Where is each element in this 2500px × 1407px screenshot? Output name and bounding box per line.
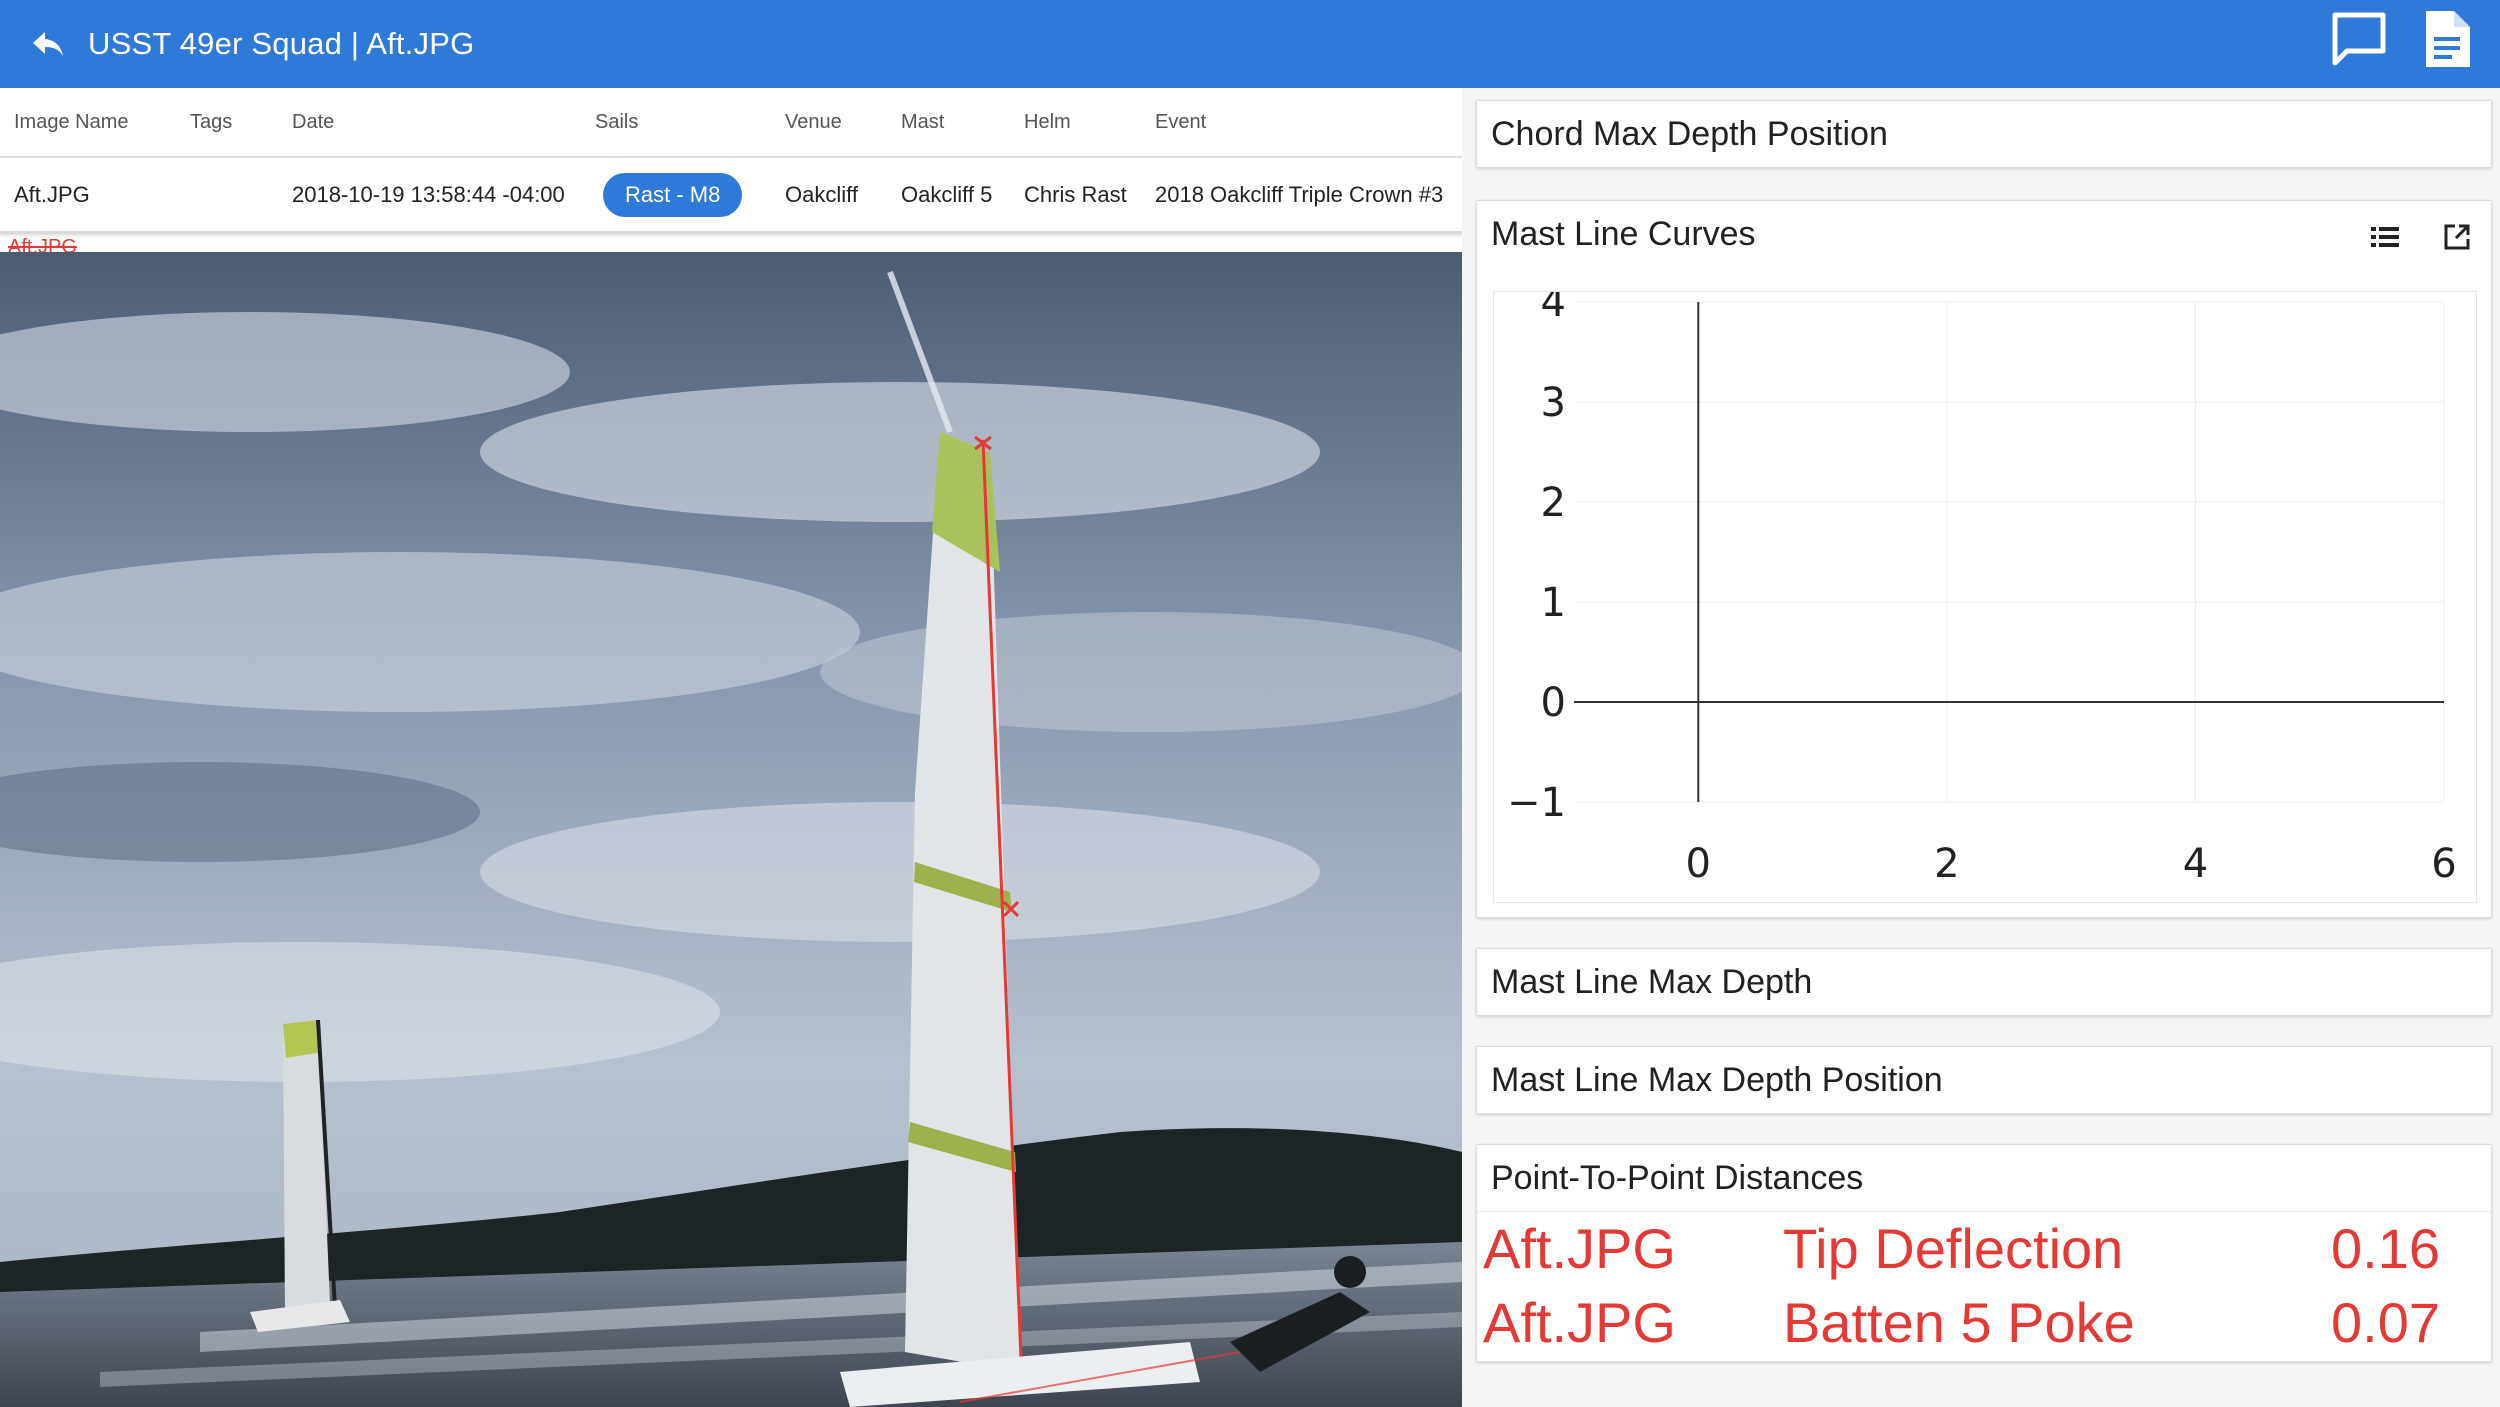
comment-icon[interactable] xyxy=(2326,6,2392,72)
panel-title: Mast Line Curves xyxy=(1491,214,1756,253)
distance-measure: Batten 5 Poke xyxy=(1783,1291,2135,1354)
list-icon[interactable] xyxy=(2365,217,2405,257)
app-bar: USST 49er Squad | Aft.JPG xyxy=(0,0,2500,88)
column-mast[interactable]: Mast xyxy=(901,88,944,156)
sails-chip[interactable]: Rast - M8 xyxy=(603,172,743,217)
column-tags[interactable]: Tags xyxy=(190,88,232,156)
distance-row: Aft.JPG Tip Deflection 0.16 xyxy=(1477,1212,2491,1286)
y-tick-label: −1 xyxy=(1507,780,1566,826)
right-pane: Chord Max Depth Position Mast Line Curve… xyxy=(1462,88,2500,1407)
column-helm[interactable]: Helm xyxy=(1024,88,1071,156)
column-date[interactable]: Date xyxy=(292,88,334,156)
panel-title: Chord Max Depth Position xyxy=(1491,114,1888,153)
column-venue[interactable]: Venue xyxy=(785,88,842,156)
panel-title: Point-To-Point Distances xyxy=(1491,1158,1864,1197)
mast-line-curves-panel: Mast Line Curves 4 3 2 1 0 −1 0 2 4 6 xyxy=(1476,200,2492,918)
y-tick-label: 0 xyxy=(1541,680,1566,726)
point-to-point-distances-panel: Point-To-Point Distances Aft.JPG Tip Def… xyxy=(1476,1144,2492,1362)
sail-photo[interactable] xyxy=(0,252,1462,1407)
page-title: USST 49er Squad | Aft.JPG xyxy=(88,26,475,61)
x-tick-label: 4 xyxy=(2183,841,2208,887)
image-table: Image Name Tags Date Sails Venue Mast He… xyxy=(0,88,1462,234)
cell-venue: Oakcliff xyxy=(785,181,858,207)
chord-max-depth-position-panel[interactable]: Chord Max Depth Position xyxy=(1476,100,2492,168)
mast-line-curves-chart: 4 3 2 1 0 −1 0 2 4 6 xyxy=(1507,280,2457,887)
cell-date: 2018-10-19 13:58:44 -04:00 xyxy=(292,181,565,207)
distance-image: Aft.JPG xyxy=(1483,1217,1676,1280)
cell-image-name: Aft.JPG xyxy=(14,181,90,207)
distance-measure: Tip Deflection xyxy=(1783,1217,2124,1280)
y-tick-label: 4 xyxy=(1541,292,1566,326)
table-header: Image Name Tags Date Sails Venue Mast He… xyxy=(0,88,1462,158)
appbar-actions xyxy=(2326,6,2480,72)
table-row[interactable]: Aft.JPG 2018-10-19 13:58:44 -04:00 Rast … xyxy=(0,158,1462,234)
distance-image: Aft.JPG xyxy=(1483,1291,1676,1354)
panel-title: Mast Line Max Depth Position xyxy=(1491,1060,1943,1099)
mast-line-max-depth-panel[interactable]: Mast Line Max Depth xyxy=(1476,948,2492,1016)
panel-title: Mast Line Max Depth xyxy=(1491,962,1813,1001)
column-event[interactable]: Event xyxy=(1155,88,1206,156)
distance-value: 0.07 xyxy=(2331,1291,2440,1354)
column-sails[interactable]: Sails xyxy=(595,88,638,156)
y-tick-label: 3 xyxy=(1541,380,1566,426)
cell-event: 2018 Oakcliff Triple Crown #3 xyxy=(1155,181,1444,207)
left-pane: Image Name Tags Date Sails Venue Mast He… xyxy=(0,88,1462,1407)
distance-value: 0.16 xyxy=(2331,1217,2440,1280)
panel-tools xyxy=(2365,217,2477,257)
document-icon[interactable] xyxy=(2414,6,2480,72)
x-tick-label: 0 xyxy=(1686,841,1711,887)
cell-mast: Oakcliff 5 xyxy=(901,181,993,207)
open-in-new-icon[interactable] xyxy=(2437,217,2477,257)
x-tick-label: 6 xyxy=(2431,841,2456,887)
chart-frame: 4 3 2 1 0 −1 0 2 4 6 xyxy=(1493,280,2477,903)
y-tick-label: 1 xyxy=(1541,580,1566,626)
mast-line-max-depth-position-panel[interactable]: Mast Line Max Depth Position xyxy=(1476,1046,2492,1114)
x-tick-label: 2 xyxy=(1934,841,1959,887)
distance-row: Aft.JPG Batten 5 Poke 0.07 xyxy=(1477,1286,2491,1360)
back-arrow-icon[interactable] xyxy=(18,14,78,74)
column-image-name[interactable]: Image Name xyxy=(14,88,129,156)
y-tick-label: 2 xyxy=(1541,480,1566,526)
cell-helm: Chris Rast xyxy=(1024,181,1127,207)
